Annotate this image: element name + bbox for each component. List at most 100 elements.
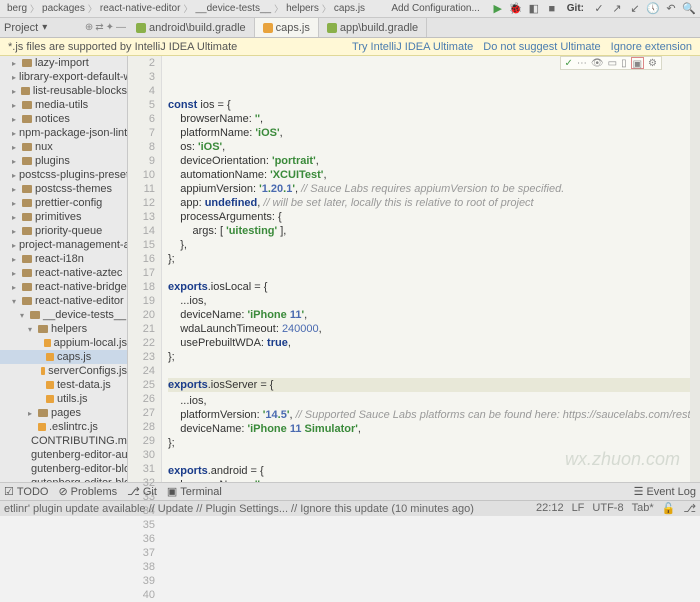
- line-sep[interactable]: LF: [572, 502, 585, 515]
- code-line[interactable]: automationName: 'XCUITest',: [168, 168, 690, 182]
- code-line[interactable]: };: [168, 252, 690, 266]
- collapse-icon[interactable]: ✦: [106, 22, 114, 33]
- tree-item[interactable]: appium-local.js: [0, 336, 127, 350]
- code-line[interactable]: ...ios,: [168, 394, 690, 408]
- more-icon[interactable]: ⋯: [577, 57, 587, 69]
- add-configuration[interactable]: Add Configuration...: [384, 2, 486, 15]
- banner-dont[interactable]: Do not suggest Ultimate: [483, 41, 600, 53]
- chevron-right-icon[interactable]: ▸: [12, 199, 22, 208]
- encoding[interactable]: UTF-8: [592, 502, 623, 515]
- tree-item[interactable]: ▸prettier-config: [0, 196, 127, 210]
- code-line[interactable]: appiumVersion: '1.20.1', // Sauce Labs r…: [168, 182, 690, 196]
- chevron-right-icon[interactable]: ▸: [12, 143, 22, 152]
- split-v-icon[interactable]: ▯: [621, 57, 627, 69]
- tree-item[interactable]: serverConfigs.js: [0, 364, 127, 378]
- code-line[interactable]: },: [168, 238, 690, 252]
- lock-icon[interactable]: 🔓: [662, 502, 676, 515]
- tree-item[interactable]: ▾react-native-editor: [0, 294, 127, 308]
- settings-icon[interactable]: ⚙: [648, 57, 657, 69]
- tree-item[interactable]: test-data.js: [0, 378, 127, 392]
- chevron-right-icon[interactable]: ▸: [12, 255, 22, 264]
- vcs-push-icon[interactable]: ↙: [628, 2, 642, 16]
- search-icon[interactable]: 🔍: [682, 2, 696, 16]
- code-line[interactable]: browserName: '',: [168, 478, 690, 482]
- git-branch-icon[interactable]: ⎇: [683, 502, 696, 515]
- tree-item[interactable]: ▾helpers: [0, 322, 127, 336]
- chevron-right-icon[interactable]: ▸: [12, 283, 22, 292]
- crumb[interactable]: packages: [39, 3, 88, 14]
- code-line[interactable]: deviceOrientation: 'portrait',: [168, 154, 690, 168]
- chevron-right-icon[interactable]: ▸: [12, 73, 16, 82]
- vcs-rollback-icon[interactable]: ↶: [664, 2, 678, 16]
- run-icon[interactable]: ▶: [491, 2, 505, 16]
- eye-icon[interactable]: 👁: [591, 57, 604, 69]
- code-line[interactable]: exports.iosServer = {: [168, 378, 690, 392]
- chevron-right-icon[interactable]: ▸: [12, 185, 22, 194]
- chevron-down-icon[interactable]: ▾: [12, 297, 22, 306]
- code-line[interactable]: exports.iosLocal = {: [168, 280, 690, 294]
- banner-ignore[interactable]: Ignore extension: [611, 41, 692, 53]
- tab-todo[interactable]: ☑TODO: [4, 485, 48, 498]
- code-line[interactable]: args: [ 'uitesting' ],: [168, 224, 690, 238]
- code-line[interactable]: };: [168, 436, 690, 450]
- vcs-history-icon[interactable]: 🕔: [646, 2, 660, 16]
- tree-item[interactable]: CONTRIBUTING.md: [0, 434, 127, 448]
- tree-item[interactable]: ▸library-export-default-webpa: [0, 70, 127, 84]
- tree-item[interactable]: ▸nux: [0, 140, 127, 154]
- tree-item[interactable]: ▸primitives: [0, 210, 127, 224]
- editor-tab[interactable]: app\build.gradle: [319, 18, 427, 37]
- code-line[interactable]: const ios = {: [168, 98, 690, 112]
- code-line[interactable]: browserName: '',: [168, 112, 690, 126]
- code-line[interactable]: os: 'iOS',: [168, 140, 690, 154]
- tree-item[interactable]: ▸list-reusable-blocks: [0, 84, 127, 98]
- reader-icon[interactable]: ▣: [631, 57, 644, 69]
- code-line[interactable]: platformVersion: '14.5', // Supported Sa…: [168, 408, 690, 422]
- chevron-right-icon[interactable]: ▸: [12, 157, 22, 166]
- chevron-right-icon[interactable]: ▸: [28, 409, 38, 418]
- stop-icon[interactable]: ■: [545, 2, 559, 16]
- chevron-right-icon[interactable]: ▸: [12, 59, 22, 68]
- tree-item[interactable]: ▸media-utils: [0, 98, 127, 112]
- code-editor[interactable]: ✓ ⋯ 👁 ▭ ▯ ▣ ⚙ const ios = { browserName:…: [162, 56, 690, 482]
- code-line[interactable]: [168, 364, 690, 378]
- code-line[interactable]: usePrebuiltWDA: true,: [168, 336, 690, 350]
- vcs-update-icon[interactable]: ✓: [592, 2, 606, 16]
- tree-item[interactable]: ▸postcss-themes: [0, 182, 127, 196]
- chevron-right-icon[interactable]: ▸: [12, 115, 22, 124]
- tab-git[interactable]: ⎇Git: [127, 485, 157, 498]
- tree-item[interactable]: gutenberg-editor-audio.j: [0, 448, 127, 462]
- select-opened-icon[interactable]: ⊕: [85, 22, 93, 33]
- expand-icon[interactable]: ⇄: [95, 22, 103, 33]
- chevron-right-icon[interactable]: ▸: [12, 241, 16, 250]
- tab-eventlog[interactable]: ☰Event Log: [634, 485, 696, 498]
- code-line[interactable]: [168, 450, 690, 464]
- tree-item[interactable]: caps.js: [0, 350, 127, 364]
- crumb[interactable]: __device-tests__: [192, 3, 274, 14]
- debug-icon[interactable]: 🐞: [509, 2, 523, 16]
- tree-item[interactable]: ▾__device-tests__: [0, 308, 127, 322]
- code-line[interactable]: deviceName: 'iPhone 11',: [168, 308, 690, 322]
- crumb[interactable]: berg: [4, 3, 30, 14]
- hide-icon[interactable]: —: [116, 22, 126, 33]
- chevron-right-icon[interactable]: ▸: [12, 87, 21, 96]
- tree-item[interactable]: ▸plugins: [0, 154, 127, 168]
- editor-scrollbar[interactable]: [690, 56, 700, 482]
- chevron-right-icon[interactable]: ▸: [12, 171, 16, 180]
- chevron-down-icon[interactable]: ▾: [20, 311, 30, 320]
- caret-pos[interactable]: 22:12: [536, 502, 564, 515]
- tree-item[interactable]: ▸react-i18n: [0, 252, 127, 266]
- editor-tab[interactable]: android\build.gradle: [128, 18, 255, 37]
- code-line[interactable]: ...ios,: [168, 294, 690, 308]
- tree-item[interactable]: ▸react-native-bridge: [0, 280, 127, 294]
- code-line[interactable]: app: undefined, // will be set later, lo…: [168, 196, 690, 210]
- tree-item[interactable]: ▸notices: [0, 112, 127, 126]
- tree-item[interactable]: gutenberg-editor-block-: [0, 462, 127, 476]
- tree-item[interactable]: utils.js: [0, 392, 127, 406]
- vcs-commit-icon[interactable]: ↗: [610, 2, 624, 16]
- code-line[interactable]: platformName: 'iOS',: [168, 126, 690, 140]
- tree-item[interactable]: ▸pages: [0, 406, 127, 420]
- code-line[interactable]: processArguments: {: [168, 210, 690, 224]
- chevron-right-icon[interactable]: ▸: [12, 129, 16, 138]
- tree-item[interactable]: ▸postcss-plugins-preset: [0, 168, 127, 182]
- chevron-right-icon[interactable]: ▸: [12, 227, 22, 236]
